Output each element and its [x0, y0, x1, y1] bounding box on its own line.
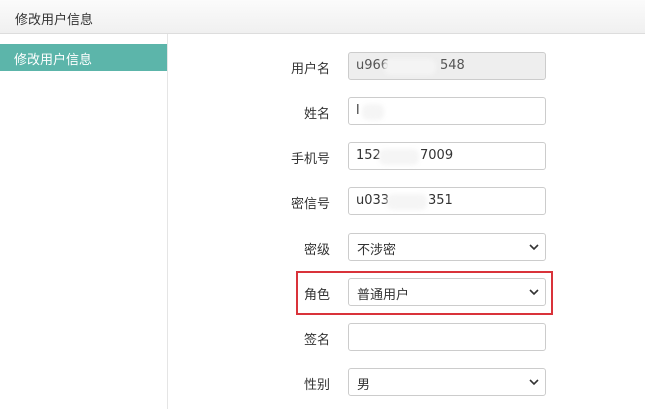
- form-row-username: 用户名 u966 548: [170, 52, 640, 82]
- role-selected-value: 普通用户: [357, 288, 410, 303]
- page-header: 修改用户信息: [0, 0, 645, 34]
- redaction-blur: [387, 194, 427, 210]
- phone-field[interactable]: 152 7009: [348, 142, 546, 170]
- gender-select[interactable]: 男: [348, 368, 546, 396]
- chevron-down-icon: [529, 379, 539, 386]
- role-label: 角色: [303, 288, 330, 303]
- sidebar-item-edit-user[interactable]: 修改用户信息: [0, 44, 167, 71]
- page-title: 修改用户信息: [15, 13, 94, 28]
- username-value-end: 548: [440, 58, 465, 73]
- form-row-level: 密级 不涉密: [170, 233, 640, 263]
- phone-value-end: 7009: [420, 148, 454, 163]
- phone-label: 手机号: [290, 152, 330, 167]
- gender-selected-value: 男: [357, 378, 371, 393]
- level-selected-value: 不涉密: [357, 243, 397, 258]
- form-row-gender: 性别 男: [170, 368, 640, 398]
- redaction-blur: [384, 59, 436, 75]
- form-row-name: 姓名 l: [170, 97, 640, 127]
- chevron-down-icon: [529, 289, 539, 296]
- chevron-down-icon: [529, 244, 539, 251]
- form-row-secret-no: 密信号 u033 351: [170, 187, 640, 217]
- secret-no-field[interactable]: u033 351: [348, 187, 546, 215]
- name-label: 姓名: [303, 107, 330, 122]
- signature-field[interactable]: [348, 323, 546, 351]
- secret-no-value-end: 351: [428, 193, 453, 208]
- secret-no-value-start: u033: [356, 193, 390, 208]
- level-label: 密级: [303, 243, 330, 258]
- signature-label: 签名: [303, 333, 330, 348]
- phone-value-start: 152: [356, 148, 381, 163]
- name-value: l: [356, 103, 360, 118]
- form-row-signature: 签名: [170, 323, 640, 353]
- redaction-blur: [362, 104, 384, 120]
- form-row-role: 角色 普通用户: [170, 278, 640, 308]
- username-label: 用户名: [290, 62, 330, 77]
- level-select[interactable]: 不涉密: [348, 233, 546, 261]
- gender-label: 性别: [303, 378, 330, 393]
- name-field[interactable]: l: [348, 97, 546, 125]
- redaction-blur: [379, 149, 419, 165]
- username-field: u966 548: [348, 52, 546, 80]
- role-select[interactable]: 普通用户: [348, 278, 546, 306]
- secret-no-label: 密信号: [290, 197, 330, 212]
- sidebar: 修改用户信息: [0, 34, 168, 409]
- form-row-phone: 手机号 152 7009: [170, 142, 640, 172]
